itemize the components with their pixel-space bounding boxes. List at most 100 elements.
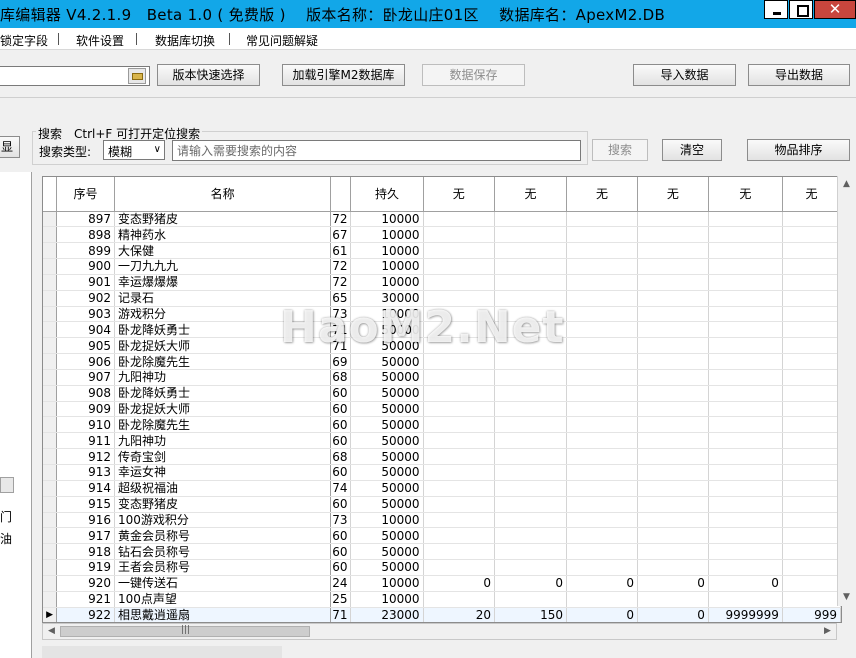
menu-db-switch[interactable]: 数据库切换 — [155, 32, 215, 49]
maximize-button[interactable] — [789, 0, 813, 19]
table-cell[interactable] — [566, 512, 638, 529]
table-cell[interactable]: 60 — [330, 496, 352, 513]
column-header[interactable]: 序号 — [56, 177, 116, 212]
table-cell[interactable] — [423, 242, 496, 260]
table-cell[interactable] — [708, 353, 783, 370]
table-cell[interactable]: 0 — [708, 575, 783, 592]
row-indicator[interactable] — [43, 401, 58, 418]
table-cell[interactable] — [566, 226, 638, 244]
close-button[interactable]: ✕ — [814, 0, 856, 19]
table-row[interactable]: 913 幸运女神 60 50000 — [43, 464, 841, 481]
table-cell[interactable]: 50000 — [350, 401, 424, 418]
table-cell[interactable]: 74 — [330, 480, 352, 497]
table-cell[interactable] — [423, 258, 496, 275]
table-cell[interactable] — [423, 226, 496, 244]
table-cell[interactable]: 记录石 — [114, 290, 332, 307]
table-cell[interactable]: 150 — [494, 606, 567, 622]
table-cell[interactable]: 905 — [56, 337, 116, 355]
column-header[interactable]: 无 — [708, 177, 783, 212]
table-cell[interactable] — [566, 306, 638, 323]
table-cell[interactable] — [494, 527, 567, 545]
table-cell[interactable] — [782, 306, 841, 323]
table-cell[interactable]: 23000 — [350, 606, 424, 622]
table-cell[interactable]: 卧龙除魔先生 — [114, 353, 332, 370]
table-cell[interactable] — [494, 416, 567, 434]
table-cell[interactable] — [782, 448, 841, 465]
table-cell[interactable] — [423, 353, 496, 370]
table-cell[interactable] — [708, 512, 783, 529]
table-cell[interactable] — [708, 464, 783, 481]
table-cell[interactable]: 幸运爆爆爆 — [114, 274, 332, 291]
table-cell[interactable] — [637, 401, 709, 418]
table-cell[interactable]: 王者会员称号 — [114, 559, 332, 576]
table-cell[interactable] — [494, 242, 567, 260]
table-row[interactable]: 905 卧龙捉妖大师 71 50000 — [43, 337, 841, 355]
table-cell[interactable] — [494, 401, 567, 418]
row-indicator[interactable] — [43, 559, 58, 576]
load-db-button[interactable]: 加载引擎M2数据库 — [282, 64, 405, 86]
table-cell[interactable] — [494, 385, 567, 402]
row-indicator[interactable] — [43, 211, 58, 228]
table-cell[interactable] — [782, 211, 841, 228]
menu-settings[interactable]: 软件设置 — [76, 32, 124, 49]
table-cell[interactable] — [423, 321, 496, 339]
table-cell[interactable]: 10000 — [350, 575, 424, 592]
table-cell[interactable]: 67 — [330, 226, 352, 244]
table-cell[interactable]: 黄金会员称号 — [114, 527, 332, 545]
table-row[interactable]: 916 100游戏积分 73 10000 — [43, 512, 841, 529]
table-cell[interactable]: 24 — [330, 575, 352, 592]
table-row[interactable]: ▶ 922 相思戴逍遥扇 71 23000 20 150 0 0 9999999 999 — [43, 606, 841, 622]
table-cell[interactable] — [637, 306, 709, 323]
table-cell[interactable]: 897 — [56, 211, 116, 228]
table-cell[interactable]: 50000 — [350, 464, 424, 481]
table-cell[interactable]: 903 — [56, 306, 116, 323]
scroll-left-icon[interactable]: ◀ — [43, 624, 60, 639]
table-cell[interactable] — [637, 274, 709, 291]
table-cell[interactable]: 一键传送石 — [114, 575, 332, 592]
table-cell[interactable] — [782, 527, 841, 545]
table-cell[interactable]: 907 — [56, 369, 116, 386]
table-cell[interactable] — [637, 559, 709, 576]
table-cell[interactable]: 912 — [56, 448, 116, 465]
scroll-right-icon[interactable]: ▶ — [819, 624, 836, 639]
table-row[interactable]: 918 钻石会员称号 60 50000 — [43, 543, 841, 561]
table-cell[interactable] — [782, 512, 841, 529]
left-item-1[interactable]: 门 — [0, 508, 12, 525]
table-cell[interactable]: 922 — [56, 606, 116, 622]
table-cell[interactable]: 72 — [330, 211, 352, 228]
scroll-up-icon[interactable]: ▲ — [838, 176, 855, 193]
table-cell[interactable] — [637, 543, 709, 561]
table-cell[interactable] — [494, 226, 567, 244]
table-cell[interactable] — [566, 416, 638, 434]
minimize-button[interactable] — [764, 0, 788, 19]
table-cell[interactable] — [566, 290, 638, 307]
table-cell[interactable] — [566, 242, 638, 260]
table-cell[interactable]: 61 — [330, 242, 352, 260]
table-cell[interactable]: 卧龙捉妖大师 — [114, 401, 332, 418]
table-cell[interactable] — [566, 274, 638, 291]
import-data-button[interactable]: 导入数据 — [633, 64, 736, 86]
table-cell[interactable] — [566, 401, 638, 418]
table-cell[interactable]: 68 — [330, 369, 352, 386]
table-row[interactable]: 914 超级祝福油 74 50000 — [43, 480, 841, 497]
table-cell[interactable]: 9999999 — [708, 606, 783, 622]
row-indicator[interactable] — [43, 337, 58, 355]
table-row[interactable]: 901 幸运爆爆爆 72 10000 — [43, 274, 841, 291]
row-indicator[interactable] — [43, 496, 58, 513]
row-indicator[interactable] — [43, 591, 58, 608]
table-cell[interactable] — [708, 480, 783, 497]
table-cell[interactable]: 10000 — [350, 226, 424, 244]
table-cell[interactable] — [566, 496, 638, 513]
table-cell[interactable]: 0 — [637, 575, 709, 592]
table-cell[interactable]: 920 — [56, 575, 116, 592]
table-cell[interactable]: 919 — [56, 559, 116, 576]
table-cell[interactable] — [566, 559, 638, 576]
table-cell[interactable] — [566, 211, 638, 228]
save-data-button[interactable]: 数据保存 — [422, 64, 525, 86]
table-cell[interactable]: 0 — [494, 575, 567, 592]
table-cell[interactable]: 50000 — [350, 385, 424, 402]
table-cell[interactable] — [423, 543, 496, 561]
table-cell[interactable]: 911 — [56, 432, 116, 450]
table-cell[interactable] — [423, 527, 496, 545]
row-indicator[interactable] — [43, 432, 58, 450]
